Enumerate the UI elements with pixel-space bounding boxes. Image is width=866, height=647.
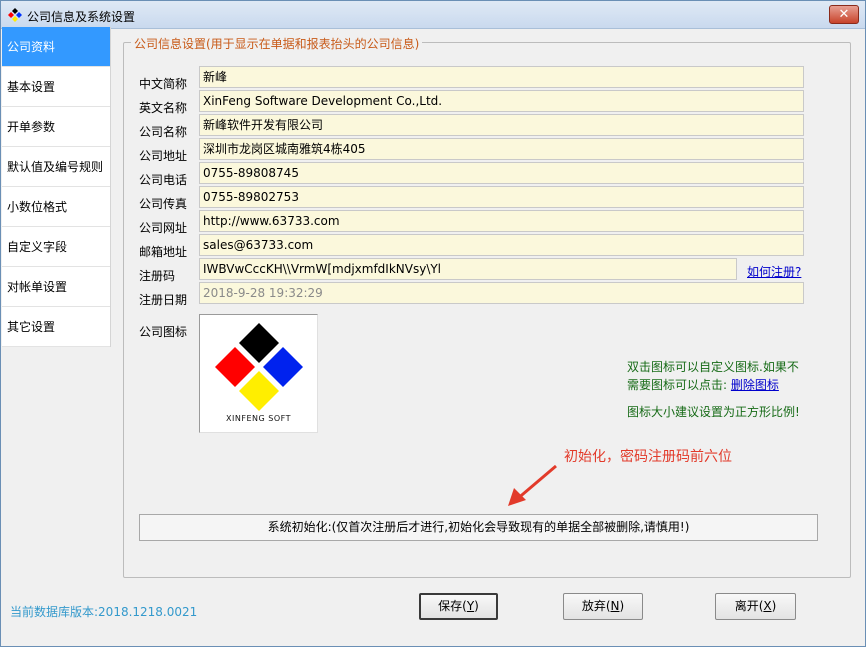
discard-button-end: ) bbox=[619, 599, 625, 613]
label-company-logo: 公司图标 bbox=[139, 325, 188, 339]
en-name-field[interactable]: XinFeng Software Development Co.,Ltd. bbox=[199, 90, 804, 112]
discard-button[interactable]: 放弃(N) bbox=[563, 593, 643, 620]
sidebar-item-basic-settings[interactable]: 基本设置 bbox=[2, 67, 110, 107]
company-fax-field[interactable]: 0755-89802753 bbox=[199, 186, 804, 208]
app-diamond-icon bbox=[8, 8, 22, 22]
label-company-phone: 公司电话 bbox=[139, 173, 188, 187]
label-company-website: 公司网址 bbox=[139, 221, 188, 235]
company-address-field[interactable]: 深圳市龙岗区城南雅筑4栋405 bbox=[199, 138, 804, 160]
settings-sidebar: 公司资料 基本设置 开单参数 默认值及编号规则 小数位格式 自定义字段 对帐单设… bbox=[2, 27, 111, 347]
label-en-name: 英文名称 bbox=[139, 101, 188, 115]
company-phone-field[interactable]: 0755-89808745 bbox=[199, 162, 804, 184]
save-button[interactable]: 保存(Y) bbox=[419, 593, 498, 620]
label-reg-code: 注册码 bbox=[139, 269, 176, 283]
reg-date-field: 2018-9-28 19:32:29 bbox=[199, 282, 804, 304]
system-init-button[interactable]: 系统初始化:(仅首次注册后才进行,初始化会导致现有的单据全部被删除,请慎用!) bbox=[139, 514, 818, 541]
label-company-name: 公司名称 bbox=[139, 125, 188, 139]
sidebar-item-company-info[interactable]: 公司资料 bbox=[2, 27, 110, 67]
label-company-fax: 公司传真 bbox=[139, 197, 188, 211]
label-reg-date: 注册日期 bbox=[139, 293, 188, 307]
logo-hint-line3: 图标大小建议设置为正方形比例! bbox=[627, 405, 800, 419]
cn-short-name-field[interactable]: 新峰 bbox=[199, 66, 804, 88]
leave-button-end: ) bbox=[771, 599, 777, 613]
save-button-text: 保存( bbox=[438, 599, 467, 613]
email-field[interactable]: sales@63733.com bbox=[199, 234, 804, 256]
save-button-end: ) bbox=[474, 599, 479, 613]
window-title: 公司信息及系统设置 bbox=[27, 10, 136, 24]
logo-caption: XINFENG SOFT bbox=[226, 414, 291, 423]
sidebar-item-custom-fields[interactable]: 自定义字段 bbox=[2, 227, 110, 267]
company-name-field[interactable]: 新峰软件开发有限公司 bbox=[199, 114, 804, 136]
label-email: 邮箱地址 bbox=[139, 245, 188, 259]
logo-hint-line2: 需要图标可以点击: 删除图标 bbox=[627, 376, 779, 393]
title-bar: 公司信息及系统设置 ✕ bbox=[1, 1, 865, 29]
xinfeng-logo-icon bbox=[215, 323, 303, 411]
logo-hint-line2-text: 需要图标可以点击: bbox=[627, 378, 728, 392]
delete-logo-link[interactable]: 删除图标 bbox=[731, 378, 779, 392]
company-website-field[interactable]: http://www.63733.com bbox=[199, 210, 804, 232]
logo-hint-line1: 双击图标可以自定义图标.如果不 bbox=[627, 360, 799, 374]
init-annotation: 初始化，密码注册码前六位 bbox=[564, 449, 732, 465]
leave-button-text: 离开( bbox=[734, 599, 764, 613]
label-company-address: 公司地址 bbox=[139, 149, 188, 163]
sidebar-item-decimal-format[interactable]: 小数位格式 bbox=[2, 187, 110, 227]
discard-button-text: 放弃( bbox=[581, 599, 611, 613]
close-button[interactable]: ✕ bbox=[829, 5, 859, 24]
db-version-label: 当前数据库版本:2018.1218.0021 bbox=[10, 605, 198, 619]
sidebar-item-defaults-numbering[interactable]: 默认值及编号规则 bbox=[2, 147, 110, 187]
how-to-register-link[interactable]: 如何注册? bbox=[747, 263, 801, 280]
label-cn-short-name: 中文简称 bbox=[139, 77, 188, 91]
leave-button[interactable]: 离开(X) bbox=[715, 593, 796, 620]
arrow-icon bbox=[508, 464, 557, 506]
leave-button-key: X bbox=[763, 599, 772, 613]
sidebar-item-other-settings[interactable]: 其它设置 bbox=[2, 307, 110, 347]
sidebar-item-statement-settings[interactable]: 对帐单设置 bbox=[2, 267, 110, 307]
sidebar-item-order-params[interactable]: 开单参数 bbox=[2, 107, 110, 147]
company-logo[interactable]: XINFENG SOFT bbox=[199, 314, 318, 433]
company-info-legend: 公司信息设置(用于显示在单据和报表抬头的公司信息) bbox=[131, 35, 423, 52]
reg-code-field[interactable]: IWBVwCccKH\\VrmW[mdjxmfdIkNVsy\Yl bbox=[199, 258, 737, 280]
